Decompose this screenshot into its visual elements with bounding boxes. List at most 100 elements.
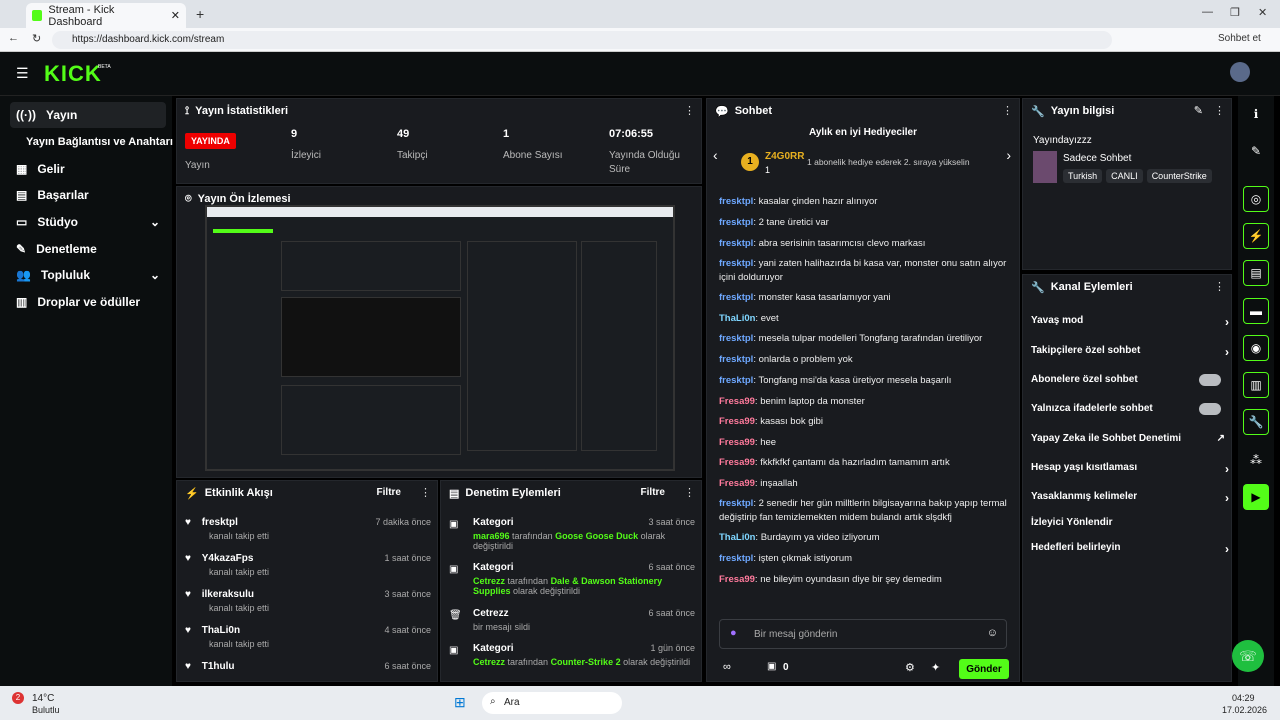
infinity-icon[interactable]: ∞ (723, 661, 731, 673)
chat-username[interactable]: fresktpl (719, 375, 753, 386)
minimize-icon[interactable]: — (1202, 6, 1213, 18)
wrench-icon[interactable]: 🔧 (1243, 409, 1269, 435)
stream-preview-video[interactable] (205, 205, 675, 471)
chat-username[interactable]: Fresa99 (719, 396, 755, 407)
action-account-age[interactable]: Hesap yaşı kısıtlaması › (1031, 462, 1229, 476)
sidebar-item-basarilar[interactable]: ▤ Başarılar (10, 182, 166, 208)
send-button[interactable]: Gönder (959, 659, 1009, 679)
rank-badge: 1 (741, 153, 759, 171)
info-icon[interactable]: ℹ (1243, 101, 1269, 127)
action-raid[interactable]: İzleyici Yönlendir (1031, 517, 1229, 528)
tag-list: Turkish CANLI CounterStrike (1063, 169, 1231, 183)
sidebar-item-topluluk[interactable]: 👥 Topluluk ⌄ (10, 262, 166, 288)
new-tab-icon[interactable]: + (196, 6, 204, 22)
lightning-icon[interactable]: ⚡ (1243, 223, 1269, 249)
chat-username[interactable]: fresktpl (719, 498, 753, 509)
url-field[interactable]: https://dashboard.kick.com/stream (52, 31, 1112, 49)
preview-toggle-icon[interactable]: ◎ (1243, 186, 1269, 212)
chat-message: Fresa99: ne bileyim oyundasın diye bir ş… (719, 574, 942, 585)
chat-username[interactable]: fresktpl (719, 258, 753, 269)
chat-username[interactable]: fresktpl (719, 292, 753, 303)
chat-username[interactable]: ThaLi0n (719, 532, 755, 543)
weather-temp[interactable]: 14°C (32, 693, 54, 704)
maximize-icon[interactable]: ❐ (1230, 6, 1240, 19)
subscribers-only-toggle[interactable] (1199, 374, 1221, 386)
clip-icon[interactable]: ▶ (1243, 484, 1269, 510)
chat-username[interactable]: Fresa99 (719, 574, 755, 585)
kebab-menu-icon[interactable]: ⋮ (1214, 280, 1225, 293)
chat-username[interactable]: ThaLi0n (719, 313, 755, 324)
emote-only-toggle[interactable] (1199, 403, 1221, 415)
chat-message: fresktpl: monster kasa tasarlamıyor yani (719, 292, 891, 303)
chat-message: fresktpl: yani zaten halihazırda bi kasa… (719, 258, 1007, 283)
chat-username[interactable]: Fresa99 (719, 478, 755, 489)
chat-username[interactable]: fresktpl (719, 217, 753, 228)
sidebar-item-droplar[interactable]: ▥ Droplar ve ödüller (10, 289, 166, 315)
sidebar-item-denetleme[interactable]: ✎ Denetleme (10, 236, 166, 262)
chat-username[interactable]: fresktpl (719, 333, 753, 344)
chevron-left-icon[interactable]: ‹ (713, 147, 718, 163)
chat-icon[interactable]: ▬ (1243, 298, 1269, 324)
action-goals[interactable]: Hedefleri belirleyin › (1031, 542, 1229, 556)
moderation-filter-button[interactable]: Filtre (641, 487, 665, 498)
document-icon: ▤ (449, 487, 460, 500)
chat-username[interactable]: fresktpl (719, 354, 753, 365)
kebab-menu-icon[interactable]: ⋮ (1002, 104, 1013, 117)
clock-time[interactable]: 04:29 (1232, 693, 1255, 703)
action-label: Yapay Zeka ile Sohbet Denetimi (1031, 433, 1182, 444)
gift-icon[interactable]: ▣ (767, 661, 776, 672)
avatar[interactable] (1230, 62, 1250, 82)
stream-title: Yayındayızzz (1033, 135, 1092, 146)
chat-username[interactable]: fresktpl (719, 238, 753, 249)
moderator-icon[interactable]: ✦ (931, 661, 940, 674)
kick-favicon-icon (32, 10, 43, 21)
tag: CounterStrike (1146, 169, 1212, 183)
pencil-icon[interactable]: ✎ (1243, 138, 1269, 164)
windows-start-icon[interactable]: ⊞ (454, 694, 466, 711)
close-tab-icon[interactable]: ✕ (171, 9, 180, 22)
chat-input[interactable]: ● Bir mesaj gönderin ☺ (719, 619, 1007, 649)
sidebar-item-studyo[interactable]: ▭ Stüdyo ⌄ (10, 209, 166, 235)
reload-icon[interactable]: ↻ (32, 32, 41, 45)
chat-username[interactable]: fresktpl (719, 553, 753, 564)
broadcast-icon[interactable]: ◉ (1243, 335, 1269, 361)
chat-username[interactable]: Fresa99 (719, 457, 755, 468)
chat-text: abra serisinin tasarımcısı clevo markası (758, 238, 926, 249)
kebab-menu-icon[interactable]: ⋮ (684, 486, 695, 499)
copilot-button[interactable]: Sohbet et (1218, 33, 1261, 44)
action-banned-words[interactable]: Yasaklanmış kelimeler › (1031, 491, 1229, 505)
sidebar-item-gelir[interactable]: ▦ Gelir (10, 156, 166, 182)
document-icon[interactable]: ▤ (1243, 260, 1269, 286)
sidebar-item-stream-key[interactable]: Yayın Bağlantısı ve Anahtarı (20, 129, 176, 155)
kick-logo[interactable]: KICK (44, 61, 102, 87)
hamburger-menu-icon[interactable]: ☰ (16, 65, 29, 82)
feed-action: kanalı takip etti (209, 567, 270, 577)
kebab-menu-icon[interactable]: ⋮ (1214, 104, 1225, 117)
kebab-menu-icon[interactable]: ⋮ (684, 104, 695, 117)
close-window-icon[interactable]: ✕ (1258, 6, 1267, 19)
taskbar-search[interactable]: Ara (482, 692, 622, 714)
edit-icon[interactable]: ✎ (1194, 104, 1203, 117)
chat-username[interactable]: Fresa99 (719, 416, 755, 427)
settings-icon[interactable]: ⚙ (905, 661, 915, 674)
chevron-right-icon[interactable]: › (1006, 147, 1011, 163)
kebab-menu-icon[interactable]: ⋮ (420, 486, 431, 499)
chat-username[interactable]: fresktpl (719, 196, 753, 207)
action-slow-mode[interactable]: Yavaş mod › (1031, 315, 1229, 329)
community-icon[interactable]: ⁂ (1243, 447, 1269, 473)
chat-text: ne bileyim oyundasın diye bir şey demedi… (760, 574, 942, 585)
activity-filter-button[interactable]: Filtre (377, 487, 401, 498)
chat-message: Fresa99: inşaallah (719, 478, 798, 489)
browser-tab[interactable]: Stream - Kick Dashboard ✕ (26, 3, 186, 28)
action-followers-only[interactable]: Takipçilere özel sohbet › (1031, 345, 1229, 359)
support-icon[interactable]: ☏ (1232, 640, 1264, 672)
channel-actions-panel: 🔧 Kanal Eylemleri ⋮ Yavaş mod › Takipçiler… (1022, 274, 1232, 682)
action-ai-moderation[interactable]: Yapay Zeka ile Sohbet Denetimi ↗ (1031, 433, 1229, 444)
emoji-icon[interactable]: ☺ (987, 627, 998, 639)
sidebar-item-yayin[interactable]: ((·)) Yayın (10, 102, 166, 128)
chevron-right-icon: › (1225, 542, 1229, 556)
chat-username[interactable]: Fresa99 (719, 437, 755, 448)
back-icon[interactable]: ← (8, 32, 19, 44)
stream-info-icon[interactable]: ▥ (1243, 372, 1269, 398)
microphone-icon[interactable]: ● (730, 627, 737, 639)
